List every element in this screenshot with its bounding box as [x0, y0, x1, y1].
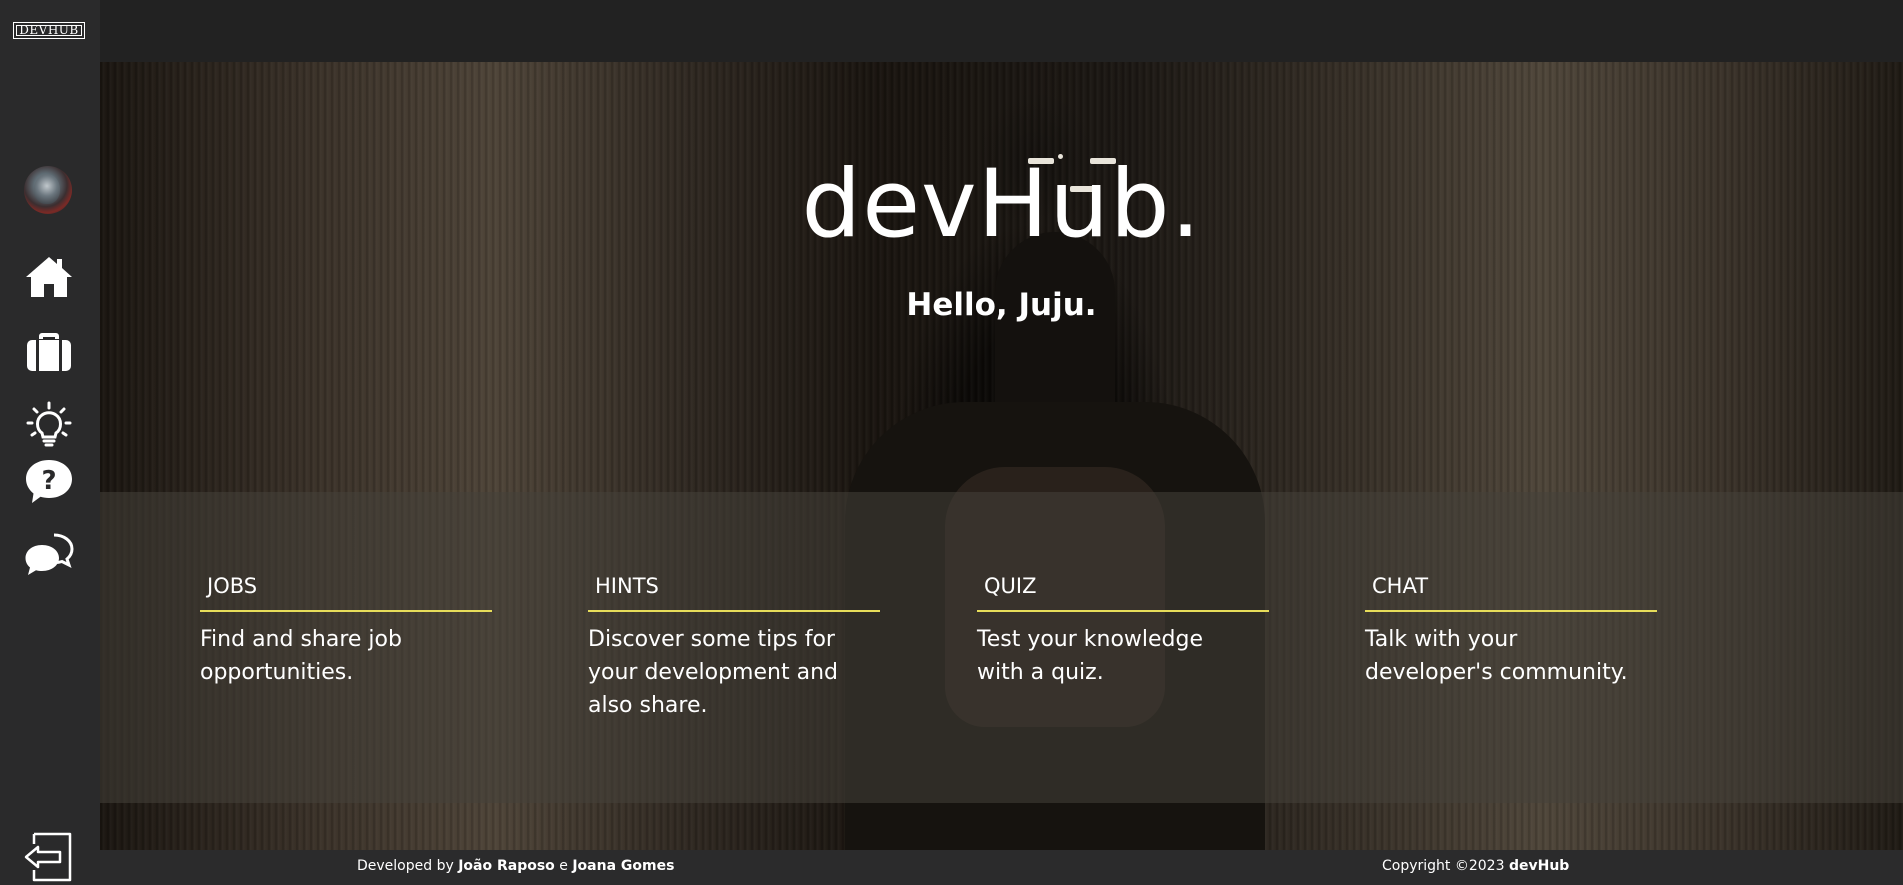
footer-developer-1: João Raposo	[458, 858, 555, 874]
footer-developers: Developed by João Raposo e Joana Gomes	[357, 858, 674, 874]
footer: Developed by João Raposo e Joana Gomes C…	[100, 850, 1903, 885]
top-bar	[100, 0, 1903, 62]
feature-jobs[interactable]: JOBS Find and share job opportunities.	[200, 572, 492, 689]
lightbulb-icon[interactable]	[24, 400, 74, 450]
footer-copyright: Copyright ©2023 devHub	[1382, 858, 1569, 874]
home-icon[interactable]	[24, 252, 74, 302]
feature-quiz[interactable]: QUIZ Test your knowledge with a quiz.	[977, 572, 1269, 689]
app-root: DEVHUB ? devHub. Hello, Juju. JOBS Find …	[0, 0, 1903, 885]
hero-title: devHub.	[801, 150, 1202, 259]
question-bubble-icon[interactable]: ?	[24, 457, 74, 507]
feature-description: Test your knowledge with a quiz.	[977, 627, 1204, 685]
feature-title: CHAT	[1365, 572, 1657, 612]
footer-connector: e	[559, 858, 568, 874]
feature-description: Find and share job opportunities.	[200, 627, 402, 685]
footer-developed-prefix: Developed by	[357, 858, 454, 874]
feature-chat[interactable]: CHAT Talk with your developer's communit…	[1365, 572, 1657, 689]
feature-hints[interactable]: HINTS Discover some tips for your develo…	[588, 572, 880, 722]
footer-brand: devHub	[1508, 858, 1570, 874]
feature-description: Discover some tips for your development …	[588, 627, 838, 718]
svg-text:?: ?	[41, 466, 56, 496]
devhub-logo[interactable]: DEVHUB	[13, 22, 85, 39]
feature-title: HINTS	[588, 572, 880, 612]
footer-copyright-prefix: Copyright ©2023	[1382, 858, 1505, 874]
logout-icon[interactable]	[22, 832, 76, 882]
feature-title: QUIZ	[977, 572, 1269, 612]
sidebar: DEVHUB ?	[0, 0, 100, 885]
features-panel: JOBS Find and share job opportunities. H…	[100, 492, 1903, 803]
chat-bubbles-icon[interactable]	[24, 531, 74, 581]
user-avatar[interactable]	[24, 166, 72, 214]
footer-developer-2: Joana Gomes	[572, 858, 675, 874]
briefcase-icon[interactable]	[24, 326, 74, 376]
hero-greeting: Hello, Juju.	[906, 287, 1097, 323]
feature-description: Talk with your developer's community.	[1365, 627, 1628, 685]
feature-title: JOBS	[200, 572, 492, 612]
